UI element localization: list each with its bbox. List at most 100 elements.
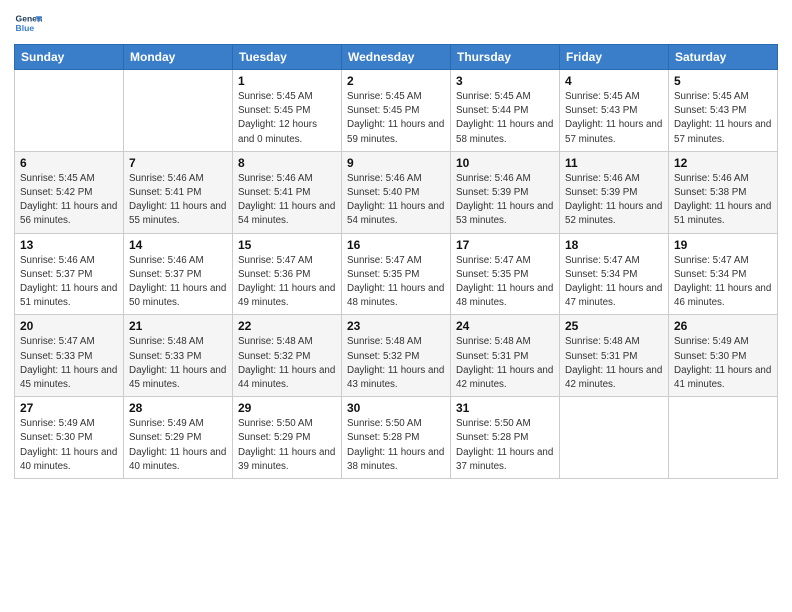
day-number: 7 bbox=[129, 156, 227, 170]
day-cell: 23 Sunrise: 5:48 AM Sunset: 5:32 PM Dayli… bbox=[342, 315, 451, 397]
day-info: Sunrise: 5:47 AM Sunset: 5:35 PM Dayligh… bbox=[347, 254, 445, 311]
day-info: Sunrise: 5:47 AM Sunset: 5:35 PM Dayligh… bbox=[456, 254, 554, 311]
day-cell bbox=[669, 397, 778, 479]
day-cell: 13 Sunrise: 5:46 AM Sunset: 5:37 PM Dayli… bbox=[15, 233, 124, 315]
weekday-header-friday: Friday bbox=[560, 45, 669, 70]
day-cell: 26 Sunrise: 5:49 AM Sunset: 5:30 PM Dayli… bbox=[669, 315, 778, 397]
day-cell: 10 Sunrise: 5:46 AM Sunset: 5:39 PM Dayli… bbox=[451, 151, 560, 233]
day-cell: 22 Sunrise: 5:48 AM Sunset: 5:32 PM Dayli… bbox=[233, 315, 342, 397]
day-cell: 14 Sunrise: 5:46 AM Sunset: 5:37 PM Dayli… bbox=[124, 233, 233, 315]
day-number: 23 bbox=[347, 319, 445, 333]
week-row-2: 6Sunrise: 5:45 AM Sunset: 5:42 PM Daylig… bbox=[15, 151, 778, 233]
weekday-header-row: SundayMondayTuesdayWednesdayThursdayFrid… bbox=[15, 45, 778, 70]
day-info: Sunrise: 5:49 AM Sunset: 5:29 PM Dayligh… bbox=[129, 417, 227, 474]
day-number: 9 bbox=[347, 156, 445, 170]
day-info: Sunrise: 5:45 AM Sunset: 5:43 PM Dayligh… bbox=[674, 90, 772, 147]
weekday-header-monday: Monday bbox=[124, 45, 233, 70]
day-number: 12 bbox=[674, 156, 772, 170]
day-cell: 1 Sunrise: 5:45 AM Sunset: 5:45 PM Daylig… bbox=[233, 70, 342, 152]
day-info: Sunrise: 5:46 AM Sunset: 5:37 PM Dayligh… bbox=[20, 254, 118, 311]
day-info: Sunrise: 5:48 AM Sunset: 5:33 PM Dayligh… bbox=[129, 335, 227, 392]
day-info: Sunrise: 5:46 AM Sunset: 5:40 PM Dayligh… bbox=[347, 172, 445, 229]
day-number: 26 bbox=[674, 319, 772, 333]
day-cell: 4Sunrise: 5:45 AM Sunset: 5:43 PM Daylig… bbox=[560, 70, 669, 152]
day-cell: 31Sunrise: 5:50 AM Sunset: 5:28 PM Dayli… bbox=[451, 397, 560, 479]
day-number: 8 bbox=[238, 156, 336, 170]
day-number: 31 bbox=[456, 401, 554, 415]
day-info: Sunrise: 5:46 AM Sunset: 5:41 PM Dayligh… bbox=[129, 172, 227, 229]
day-cell bbox=[124, 70, 233, 152]
day-number: 14 bbox=[129, 238, 227, 252]
day-info: Sunrise: 5:46 AM Sunset: 5:41 PM Dayligh… bbox=[238, 172, 336, 229]
day-info: Sunrise: 5:46 AM Sunset: 5:38 PM Dayligh… bbox=[674, 172, 772, 229]
logo-icon: General Blue bbox=[14, 10, 42, 38]
day-number: 5 bbox=[674, 74, 772, 88]
day-info: Sunrise: 5:48 AM Sunset: 5:32 PM Dayligh… bbox=[238, 335, 336, 392]
day-number: 22 bbox=[238, 319, 336, 333]
day-info: Sunrise: 5:46 AM Sunset: 5:39 PM Dayligh… bbox=[565, 172, 663, 229]
day-cell: 3Sunrise: 5:45 AM Sunset: 5:44 PM Daylig… bbox=[451, 70, 560, 152]
week-row-1: 1 Sunrise: 5:45 AM Sunset: 5:45 PM Daylig… bbox=[15, 70, 778, 152]
day-cell bbox=[15, 70, 124, 152]
day-info: Sunrise: 5:47 AM Sunset: 5:36 PM Dayligh… bbox=[238, 254, 336, 311]
day-number: 2 bbox=[347, 74, 445, 88]
day-info: Sunrise: 5:45 AM Sunset: 5:45 PM Dayligh… bbox=[238, 90, 336, 147]
day-info: Sunrise: 5:45 AM Sunset: 5:42 PM Dayligh… bbox=[20, 172, 118, 229]
day-info: Sunrise: 5:50 AM Sunset: 5:29 PM Dayligh… bbox=[238, 417, 336, 474]
weekday-header-sunday: Sunday bbox=[15, 45, 124, 70]
weekday-header-saturday: Saturday bbox=[669, 45, 778, 70]
header: General Blue bbox=[14, 10, 778, 38]
day-cell: 7 Sunrise: 5:46 AM Sunset: 5:41 PM Daylig… bbox=[124, 151, 233, 233]
day-number: 16 bbox=[347, 238, 445, 252]
day-number: 11 bbox=[565, 156, 663, 170]
day-cell: 27 Sunrise: 5:49 AM Sunset: 5:30 PM Dayli… bbox=[15, 397, 124, 479]
day-info: Sunrise: 5:48 AM Sunset: 5:31 PM Dayligh… bbox=[456, 335, 554, 392]
day-number: 27 bbox=[20, 401, 118, 415]
day-cell: 20Sunrise: 5:47 AM Sunset: 5:33 PM Dayli… bbox=[15, 315, 124, 397]
day-cell: 8 Sunrise: 5:46 AM Sunset: 5:41 PM Daylig… bbox=[233, 151, 342, 233]
day-cell: 24 Sunrise: 5:48 AM Sunset: 5:31 PM Dayli… bbox=[451, 315, 560, 397]
day-cell: 19Sunrise: 5:47 AM Sunset: 5:34 PM Dayli… bbox=[669, 233, 778, 315]
day-cell: 6Sunrise: 5:45 AM Sunset: 5:42 PM Daylig… bbox=[15, 151, 124, 233]
day-info: Sunrise: 5:46 AM Sunset: 5:39 PM Dayligh… bbox=[456, 172, 554, 229]
calendar-table: SundayMondayTuesdayWednesdayThursdayFrid… bbox=[14, 44, 778, 479]
day-cell: 2 Sunrise: 5:45 AM Sunset: 5:45 PM Daylig… bbox=[342, 70, 451, 152]
day-number: 4 bbox=[565, 74, 663, 88]
day-number: 30 bbox=[347, 401, 445, 415]
day-info: Sunrise: 5:47 AM Sunset: 5:33 PM Dayligh… bbox=[20, 335, 118, 392]
day-number: 1 bbox=[238, 74, 336, 88]
day-info: Sunrise: 5:49 AM Sunset: 5:30 PM Dayligh… bbox=[674, 335, 772, 392]
day-cell: 30 Sunrise: 5:50 AM Sunset: 5:28 PM Dayli… bbox=[342, 397, 451, 479]
day-cell: 18 Sunrise: 5:47 AM Sunset: 5:34 PM Dayli… bbox=[560, 233, 669, 315]
week-row-4: 20Sunrise: 5:47 AM Sunset: 5:33 PM Dayli… bbox=[15, 315, 778, 397]
weekday-header-thursday: Thursday bbox=[451, 45, 560, 70]
day-info: Sunrise: 5:48 AM Sunset: 5:31 PM Dayligh… bbox=[565, 335, 663, 392]
week-row-3: 13 Sunrise: 5:46 AM Sunset: 5:37 PM Dayli… bbox=[15, 233, 778, 315]
day-info: Sunrise: 5:49 AM Sunset: 5:30 PM Dayligh… bbox=[20, 417, 118, 474]
weekday-header-tuesday: Tuesday bbox=[233, 45, 342, 70]
day-info: Sunrise: 5:50 AM Sunset: 5:28 PM Dayligh… bbox=[347, 417, 445, 474]
day-number: 10 bbox=[456, 156, 554, 170]
day-cell: 29Sunrise: 5:50 AM Sunset: 5:29 PM Dayli… bbox=[233, 397, 342, 479]
day-cell: 16 Sunrise: 5:47 AM Sunset: 5:35 PM Dayli… bbox=[342, 233, 451, 315]
day-number: 24 bbox=[456, 319, 554, 333]
day-cell: 9 Sunrise: 5:46 AM Sunset: 5:40 PM Daylig… bbox=[342, 151, 451, 233]
day-cell: 28 Sunrise: 5:49 AM Sunset: 5:29 PM Dayli… bbox=[124, 397, 233, 479]
day-cell: 25 Sunrise: 5:48 AM Sunset: 5:31 PM Dayli… bbox=[560, 315, 669, 397]
day-number: 15 bbox=[238, 238, 336, 252]
day-info: Sunrise: 5:46 AM Sunset: 5:37 PM Dayligh… bbox=[129, 254, 227, 311]
logo-area: General Blue bbox=[14, 10, 46, 38]
day-number: 25 bbox=[565, 319, 663, 333]
day-info: Sunrise: 5:45 AM Sunset: 5:45 PM Dayligh… bbox=[347, 90, 445, 147]
day-cell: 12 Sunrise: 5:46 AM Sunset: 5:38 PM Dayli… bbox=[669, 151, 778, 233]
day-number: 28 bbox=[129, 401, 227, 415]
day-number: 13 bbox=[20, 238, 118, 252]
day-number: 18 bbox=[565, 238, 663, 252]
day-cell bbox=[560, 397, 669, 479]
day-number: 19 bbox=[674, 238, 772, 252]
svg-text:Blue: Blue bbox=[16, 23, 35, 33]
day-cell: 11 Sunrise: 5:46 AM Sunset: 5:39 PM Dayli… bbox=[560, 151, 669, 233]
day-info: Sunrise: 5:48 AM Sunset: 5:32 PM Dayligh… bbox=[347, 335, 445, 392]
day-number: 3 bbox=[456, 74, 554, 88]
day-info: Sunrise: 5:47 AM Sunset: 5:34 PM Dayligh… bbox=[565, 254, 663, 311]
